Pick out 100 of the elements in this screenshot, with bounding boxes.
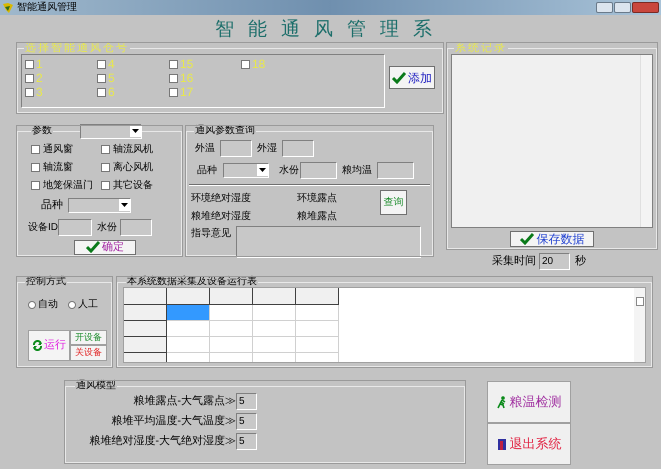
device-id-label: 设备ID bbox=[28, 220, 58, 234]
input-field[interactable] bbox=[58, 218, 92, 236]
window-title: 智能通风管理 bbox=[17, 0, 77, 15]
checkbox[interactable] bbox=[97, 74, 106, 82]
caret-icon bbox=[257, 164, 268, 176]
column-header bbox=[124, 288, 167, 305]
result-label: 粮堆露点 bbox=[297, 210, 338, 224]
log-area[interactable] bbox=[451, 54, 653, 228]
column-header bbox=[253, 288, 296, 305]
input-field[interactable] bbox=[377, 162, 414, 179]
checkbox[interactable] bbox=[101, 145, 110, 154]
exit-button[interactable]: 退出系统 bbox=[487, 423, 571, 465]
checkbox[interactable] bbox=[97, 60, 106, 68]
checkbox[interactable] bbox=[169, 60, 178, 68]
radio-button[interactable] bbox=[28, 300, 36, 308]
variety-label: 品种 bbox=[41, 198, 63, 213]
checkbox[interactable] bbox=[25, 60, 34, 68]
checkbox[interactable] bbox=[101, 163, 110, 172]
table-cell[interactable] bbox=[253, 321, 296, 337]
input-field[interactable]: 5 bbox=[236, 393, 257, 410]
add-button[interactable]: 添加 bbox=[389, 66, 435, 89]
bin-number: 6 bbox=[108, 86, 115, 98]
table-cell[interactable] bbox=[253, 337, 296, 353]
bin-number: 16 bbox=[180, 72, 194, 84]
column-header bbox=[296, 288, 339, 305]
checkbox[interactable] bbox=[31, 145, 40, 154]
checkbox[interactable] bbox=[31, 163, 40, 172]
save-button[interactable]: 保存数据 bbox=[510, 231, 594, 247]
bin-number: 3 bbox=[36, 86, 43, 98]
dropdown[interactable] bbox=[80, 124, 142, 139]
refresh-icon bbox=[32, 340, 43, 351]
table-cell[interactable] bbox=[167, 321, 210, 337]
caret-icon bbox=[130, 125, 141, 137]
table-cell[interactable] bbox=[167, 337, 210, 353]
app-heading: 智能通风管理系 bbox=[215, 19, 446, 41]
device-label: 轴流窗 bbox=[43, 160, 73, 175]
outer-temp-label: 外温 bbox=[195, 142, 215, 156]
table-cell[interactable] bbox=[253, 305, 296, 321]
bin-number: 1 bbox=[36, 58, 43, 70]
input-field[interactable] bbox=[300, 162, 337, 179]
row-header bbox=[124, 321, 167, 337]
column-header bbox=[210, 288, 253, 305]
checkbox[interactable] bbox=[241, 60, 250, 68]
stop-device-button[interactable]: 关设备 bbox=[70, 345, 107, 361]
table-cell[interactable] bbox=[296, 305, 339, 321]
table-cell[interactable] bbox=[210, 305, 253, 321]
checkbox[interactable] bbox=[169, 88, 178, 96]
input-field[interactable] bbox=[282, 140, 314, 157]
result-label: 环境绝对湿度 bbox=[191, 192, 252, 206]
table-cell[interactable] bbox=[210, 321, 253, 337]
table-cell[interactable] bbox=[296, 321, 339, 337]
maximize-button[interactable] bbox=[614, 2, 631, 13]
input-field[interactable] bbox=[220, 140, 252, 157]
confirm-button[interactable]: 确定 bbox=[74, 240, 136, 254]
table-cell[interactable] bbox=[296, 337, 339, 353]
dropdown[interactable] bbox=[223, 163, 269, 178]
bin-number: 4 bbox=[108, 58, 115, 70]
model-label: 粮堆绝对湿度-大气绝对湿度≫ bbox=[89, 434, 236, 450]
advice-field[interactable] bbox=[236, 226, 421, 258]
app-icon bbox=[2, 2, 14, 14]
checkbox[interactable] bbox=[97, 88, 106, 96]
input-field[interactable]: 5 bbox=[236, 433, 257, 450]
door-icon bbox=[496, 438, 506, 450]
bin-number: 2 bbox=[36, 72, 43, 84]
grain-avg-temp-label: 粮均温 bbox=[342, 164, 372, 178]
model-label: 粮堆露点-大气露点≫ bbox=[133, 394, 236, 410]
checkbox[interactable] bbox=[25, 74, 34, 82]
radio-button[interactable] bbox=[68, 300, 76, 308]
row-header bbox=[124, 305, 167, 321]
dropdown[interactable] bbox=[68, 198, 131, 213]
close-button[interactable] bbox=[632, 2, 659, 13]
start-device-button[interactable]: 开设备 bbox=[70, 330, 107, 345]
running-person-icon bbox=[496, 396, 506, 408]
device-label: 离心风机 bbox=[113, 160, 153, 175]
variety-label: 品种 bbox=[197, 164, 217, 178]
checkmark-icon bbox=[392, 72, 406, 84]
scrollbar[interactable] bbox=[640, 55, 652, 227]
checkbox[interactable] bbox=[101, 181, 110, 190]
minimize-button[interactable] bbox=[596, 2, 613, 13]
checkbox[interactable] bbox=[25, 88, 34, 96]
table-cell[interactable] bbox=[210, 337, 253, 353]
result-label: 环境露点 bbox=[297, 192, 338, 206]
checkmark-icon bbox=[520, 233, 534, 245]
input-field[interactable] bbox=[120, 218, 152, 236]
result-label: 粮堆绝对湿度 bbox=[191, 210, 252, 224]
device-label: 通风窗 bbox=[43, 142, 73, 157]
device-label: 地笼保温门 bbox=[43, 178, 93, 193]
checkbox[interactable] bbox=[31, 181, 40, 190]
mode-label: 自动 bbox=[38, 298, 58, 312]
checkbox[interactable] bbox=[169, 74, 178, 82]
caret-icon bbox=[119, 198, 130, 211]
input-field[interactable]: 5 bbox=[236, 413, 257, 430]
interval-label: 采集时间 bbox=[492, 254, 536, 270]
table-cell[interactable] bbox=[167, 305, 210, 321]
input-field[interactable]: 20 bbox=[539, 253, 570, 270]
query-button[interactable]: 查询 bbox=[380, 190, 407, 215]
scrollbar[interactable] bbox=[634, 288, 645, 362]
run-button[interactable]: 运行 bbox=[28, 330, 70, 361]
bin-number: 18 bbox=[252, 58, 266, 70]
grain-temp-detect-button[interactable]: 粮温检测 bbox=[487, 381, 571, 423]
